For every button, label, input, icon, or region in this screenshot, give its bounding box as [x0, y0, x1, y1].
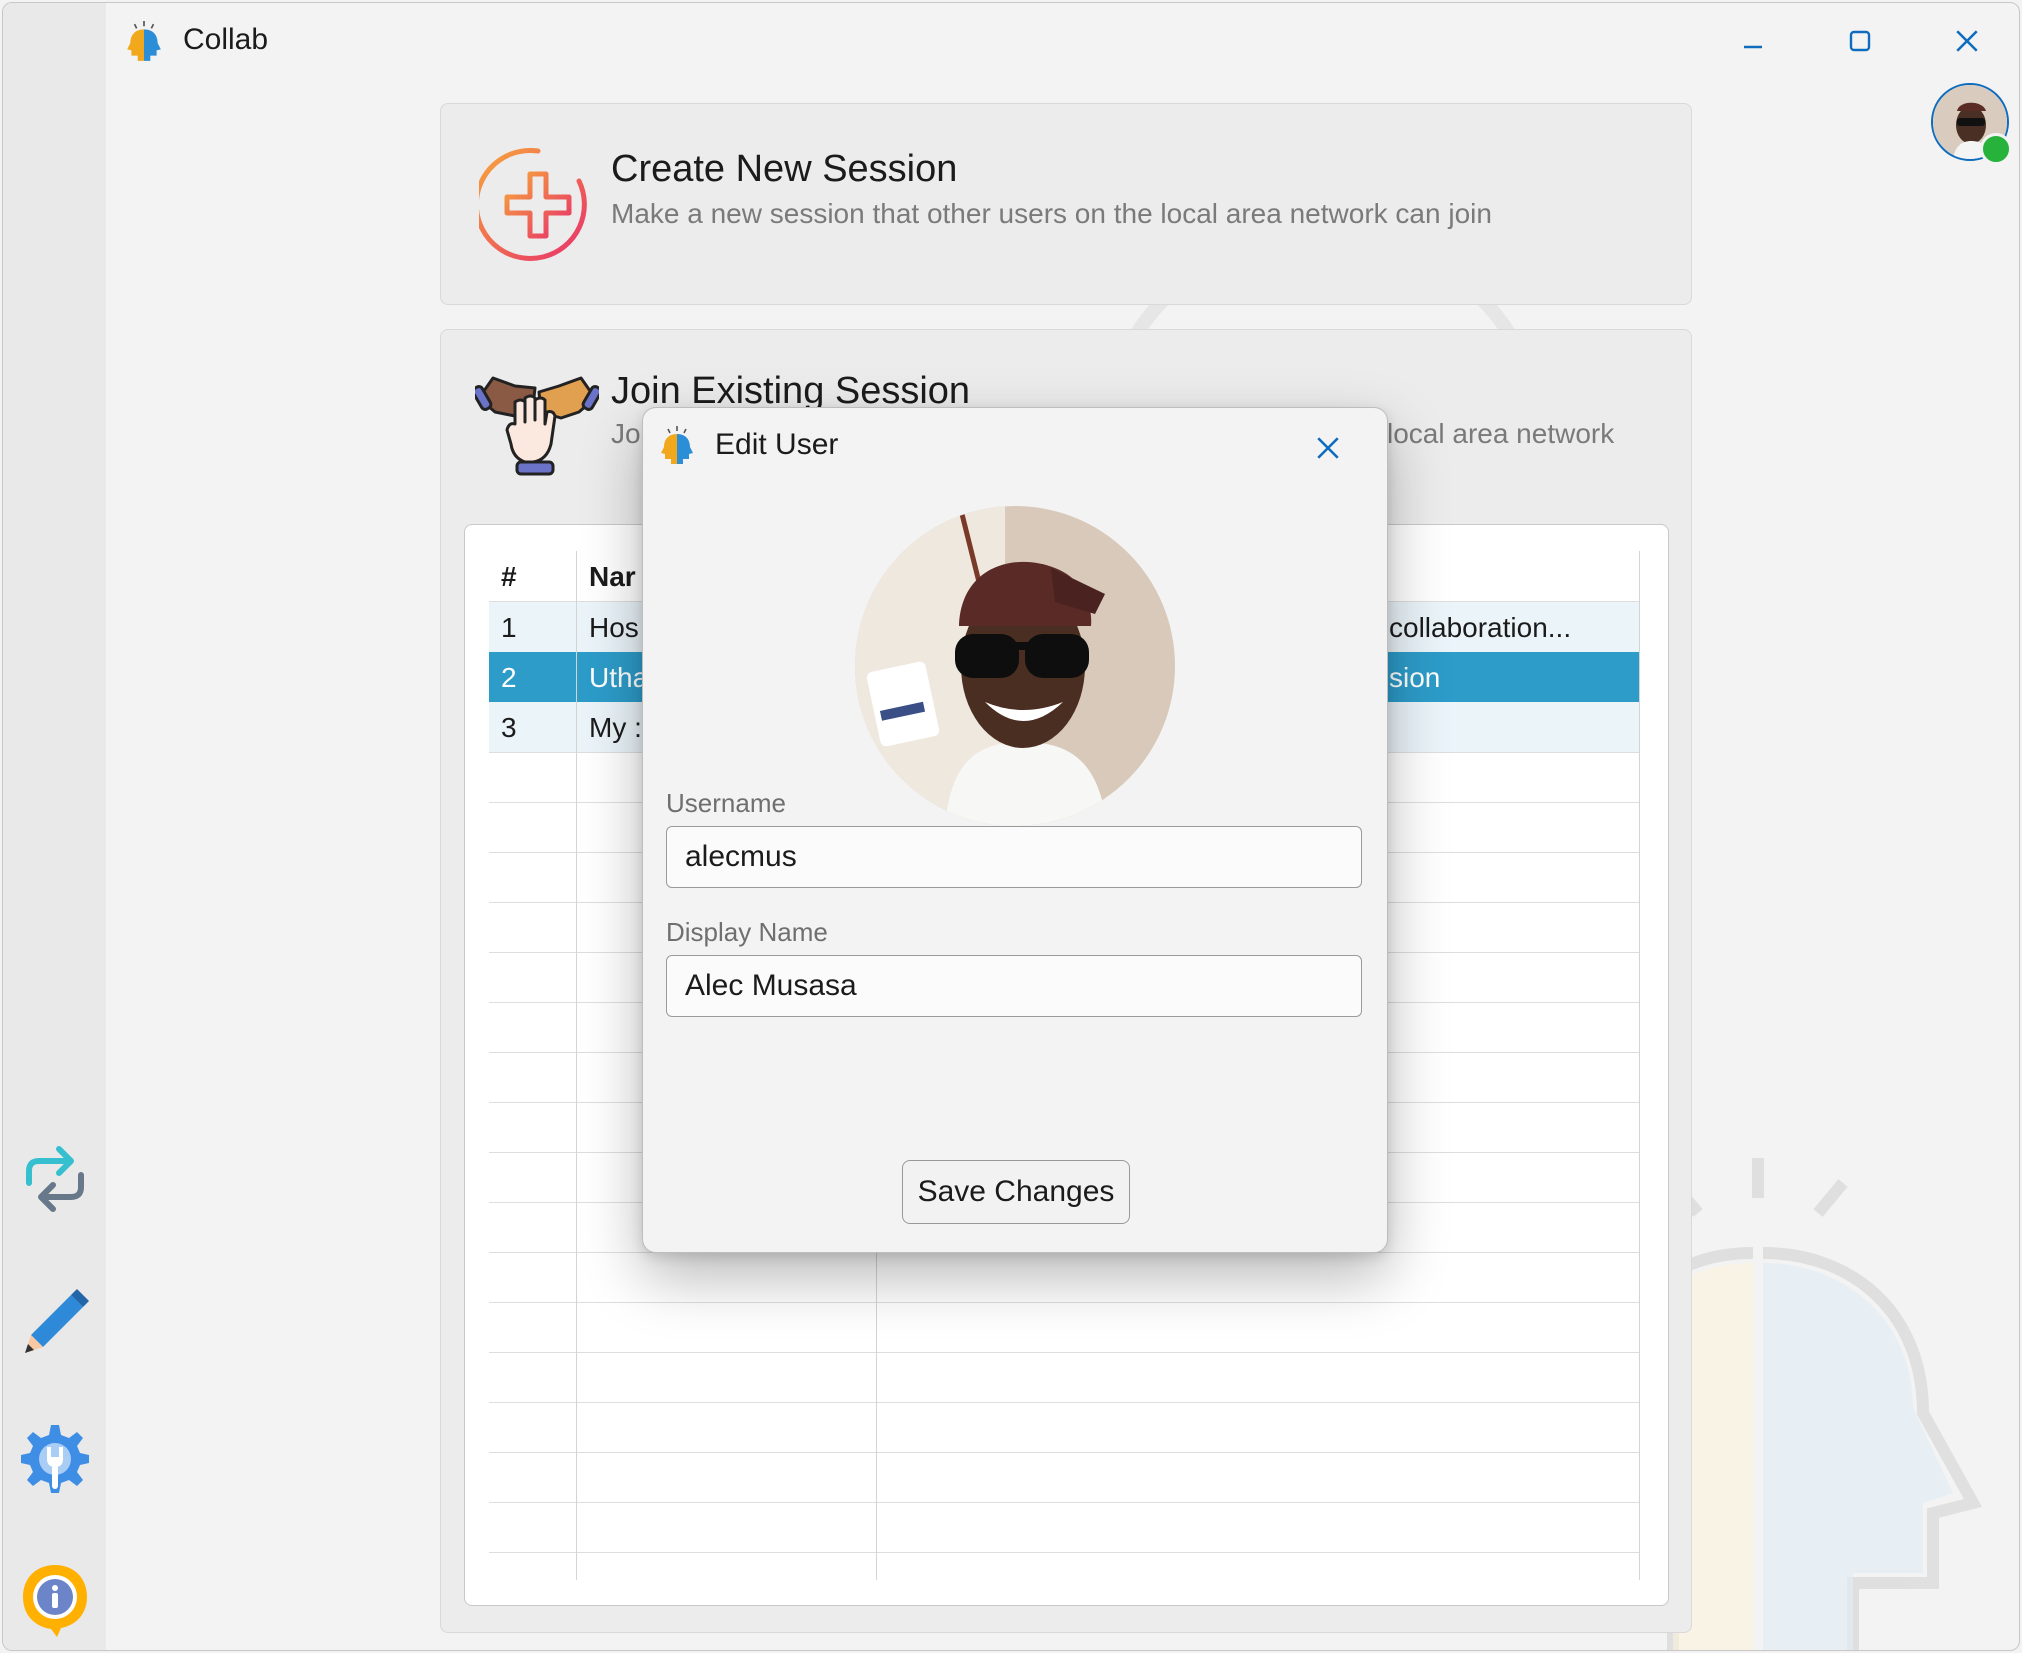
minimize-button[interactable]	[1723, 21, 1783, 61]
collab-logo-icon	[661, 426, 693, 464]
create-session-title: Create New Session	[611, 148, 958, 190]
app-window: Collab Create New Session Make a new ses…	[2, 2, 2020, 1651]
row-name: Hos	[589, 612, 639, 643]
dialog-close-button[interactable]	[1303, 426, 1353, 470]
dialog-title: Edit User	[715, 428, 839, 461]
maximize-icon	[1849, 30, 1871, 52]
row-name: My :	[589, 712, 642, 743]
column-header-num[interactable]: #	[501, 561, 517, 593]
pencil-icon[interactable]	[17, 1281, 93, 1357]
username-input[interactable]	[666, 826, 1362, 888]
join-session-description-end: local area network	[1387, 418, 1615, 449]
table-row-empty	[489, 1402, 1639, 1453]
row-description: collaboration...	[1389, 612, 1572, 643]
online-status-badge	[1980, 133, 2012, 165]
table-row-empty	[489, 1302, 1639, 1353]
close-window-button[interactable]	[1937, 21, 1997, 61]
handshake-icon	[475, 376, 599, 476]
app-title: Collab	[183, 23, 269, 56]
column-header-name[interactable]: Nar	[589, 561, 636, 593]
settings-gear-icon[interactable]	[17, 1421, 93, 1497]
create-session-description: Make a new session that other users on t…	[611, 198, 1492, 229]
profile-photo-image	[855, 506, 1175, 826]
close-icon	[1956, 30, 1978, 52]
minimize-icon	[1744, 45, 1762, 49]
row-description: sion	[1389, 662, 1441, 693]
create-session-card[interactable]: Create New Session Make a new session th…	[440, 103, 1692, 305]
close-icon	[1317, 437, 1339, 459]
display-name-label: Display Name	[666, 917, 828, 947]
display-name-input[interactable]	[666, 955, 1362, 1017]
table-row-empty	[489, 1452, 1639, 1503]
column-divider	[576, 551, 577, 1580]
edit-user-dialog: Edit User Username Display	[642, 407, 1388, 1253]
maximize-button[interactable]	[1830, 21, 1890, 61]
table-row-empty	[489, 1252, 1639, 1303]
row-num: 3	[501, 712, 517, 743]
username-label: Username	[666, 788, 786, 818]
save-changes-button[interactable]: Save Changes	[902, 1160, 1130, 1224]
plus-circle-icon	[479, 147, 587, 261]
sidebar	[3, 3, 106, 1650]
table-row-empty	[489, 1502, 1639, 1553]
column-divider	[1639, 551, 1640, 1580]
profile-photo[interactable]	[855, 506, 1175, 826]
collab-logo-icon	[127, 21, 161, 61]
row-num: 2	[501, 662, 517, 693]
table-row-empty	[489, 1352, 1639, 1403]
info-icon[interactable]	[17, 1561, 93, 1637]
row-name: Utha	[589, 662, 649, 693]
row-num: 1	[501, 612, 517, 643]
sync-icon[interactable]	[17, 1141, 93, 1217]
